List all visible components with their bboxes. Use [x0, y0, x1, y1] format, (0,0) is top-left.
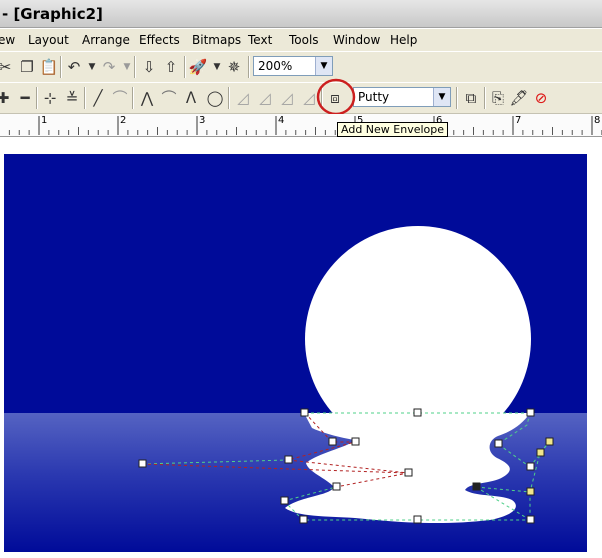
- envelope-mapping-mode-select[interactable]: Putty ▼: [353, 87, 451, 107]
- window-title: - [Graphic2]: [2, 5, 103, 23]
- envelope-single-arc-icon[interactable]: ◿: [254, 87, 276, 109]
- moon-reflection: [285, 413, 530, 524]
- ruler-label: 3: [199, 115, 206, 126]
- chevron-down-icon[interactable]: ▼: [433, 88, 450, 106]
- to-curve-icon[interactable]: ⌒: [109, 87, 131, 109]
- envelope-node[interactable]: [332, 482, 341, 491]
- envelope-node[interactable]: [494, 439, 503, 448]
- envelope-node[interactable]: [138, 459, 147, 468]
- add-node-icon[interactable]: ✚: [0, 87, 14, 109]
- ruler-label: 8: [594, 115, 601, 126]
- menu-layout[interactable]: Layout: [28, 29, 69, 51]
- smooth-node-icon[interactable]: ⌒: [158, 87, 180, 109]
- add-new-envelope-tooltip: Add New Envelope: [337, 122, 449, 137]
- envelope-node[interactable]: [472, 482, 481, 491]
- envelope-node[interactable]: [404, 468, 413, 477]
- copy-envelope-icon[interactable]: ⎘: [487, 87, 509, 109]
- eyedropper-icon[interactable]: 🖋: [508, 87, 530, 109]
- envelope-node[interactable]: [526, 408, 535, 417]
- envelope-node[interactable]: [300, 408, 309, 417]
- envelope-node[interactable]: [545, 437, 554, 446]
- menu-tools[interactable]: Tools: [289, 29, 319, 51]
- window-title-bar: - [Graphic2]: [0, 0, 602, 28]
- ruler-label: 1: [41, 115, 48, 126]
- menu-bitmaps[interactable]: Bitmaps: [192, 29, 241, 51]
- envelope-node[interactable]: [280, 496, 289, 505]
- envelope-node[interactable]: [526, 462, 535, 471]
- menu-view[interactable]: ew: [0, 29, 15, 51]
- ruler-label: 4: [278, 115, 285, 126]
- envelope-mapping-mode-value: Putty: [358, 90, 390, 104]
- menu-bar: ew Layout Arrange Effects Bitmaps Text T…: [0, 29, 602, 51]
- menu-text[interactable]: Text: [248, 29, 272, 51]
- ruler-ticks: [8, 116, 602, 135]
- envelope-node[interactable]: [526, 515, 535, 524]
- horizontal-ruler: 1 2 3 4 5 6 7 8: [0, 114, 602, 137]
- corel-online-icon[interactable]: ✵: [223, 56, 245, 78]
- to-line-icon[interactable]: ╱: [87, 87, 109, 109]
- chevron-down-icon[interactable]: ▼: [315, 57, 332, 75]
- delete-node-icon[interactable]: ━: [14, 87, 36, 109]
- reset-envelope-icon[interactable]: ◯: [204, 87, 226, 109]
- ruler-label: 2: [120, 115, 127, 126]
- break-curve-icon[interactable]: ≚: [61, 87, 83, 109]
- menu-help[interactable]: Help: [390, 29, 417, 51]
- menu-effects[interactable]: Effects: [139, 29, 180, 51]
- standard-toolbar: ✂ ❐ 📋 ↶ ▼ ↷ ▼ ⇩ ⇧ 🚀 ▼ ✵ 200% ▼: [0, 51, 602, 83]
- envelope-node[interactable]: [328, 437, 337, 446]
- export-icon[interactable]: ⇧: [160, 56, 182, 78]
- cut-icon[interactable]: ✂: [0, 56, 16, 78]
- property-bar: ✚ ━ ⊹ ≚ ╱ ⌒ ⋀ ⌒ ᐱ ◯ ◿ ◿ ◿ ◿ ⧈ Putty ▼ ⧉ …: [0, 82, 602, 114]
- envelope-node[interactable]: [299, 515, 308, 524]
- envelope-node[interactable]: [351, 437, 360, 446]
- symmetrical-node-icon[interactable]: ᐱ: [180, 87, 202, 109]
- envelope-node[interactable]: [526, 487, 535, 496]
- import-icon[interactable]: ⇩: [138, 56, 160, 78]
- add-new-envelope-icon[interactable]: ⧈: [324, 87, 346, 109]
- envelope-double-arc-icon[interactable]: ◿: [276, 87, 298, 109]
- copy-icon[interactable]: ❐: [16, 56, 38, 78]
- menu-window[interactable]: Window: [333, 29, 380, 51]
- join-nodes-icon[interactable]: ⊹: [39, 87, 61, 109]
- envelope-node[interactable]: [284, 455, 293, 464]
- envelope-node[interactable]: [413, 515, 422, 524]
- drawing-canvas[interactable]: [0, 137, 602, 558]
- zoom-combo[interactable]: 200% ▼: [253, 56, 333, 76]
- keep-lines-icon[interactable]: ⧉: [460, 87, 482, 109]
- paste-icon[interactable]: 📋: [38, 56, 60, 78]
- artwork: [4, 154, 587, 552]
- envelope-straight-line-icon[interactable]: ◿: [232, 87, 254, 109]
- menu-arrange[interactable]: Arrange: [82, 29, 130, 51]
- envelope-node[interactable]: [536, 448, 545, 457]
- cusp-node-icon[interactable]: ⋀: [136, 87, 158, 109]
- zoom-value: 200%: [258, 59, 293, 73]
- envelope-node[interactable]: [413, 408, 422, 417]
- envelope-unconstrained-icon[interactable]: ◿: [298, 87, 320, 109]
- clear-envelope-icon[interactable]: ⊘: [530, 87, 552, 109]
- ruler-label: 7: [515, 115, 522, 126]
